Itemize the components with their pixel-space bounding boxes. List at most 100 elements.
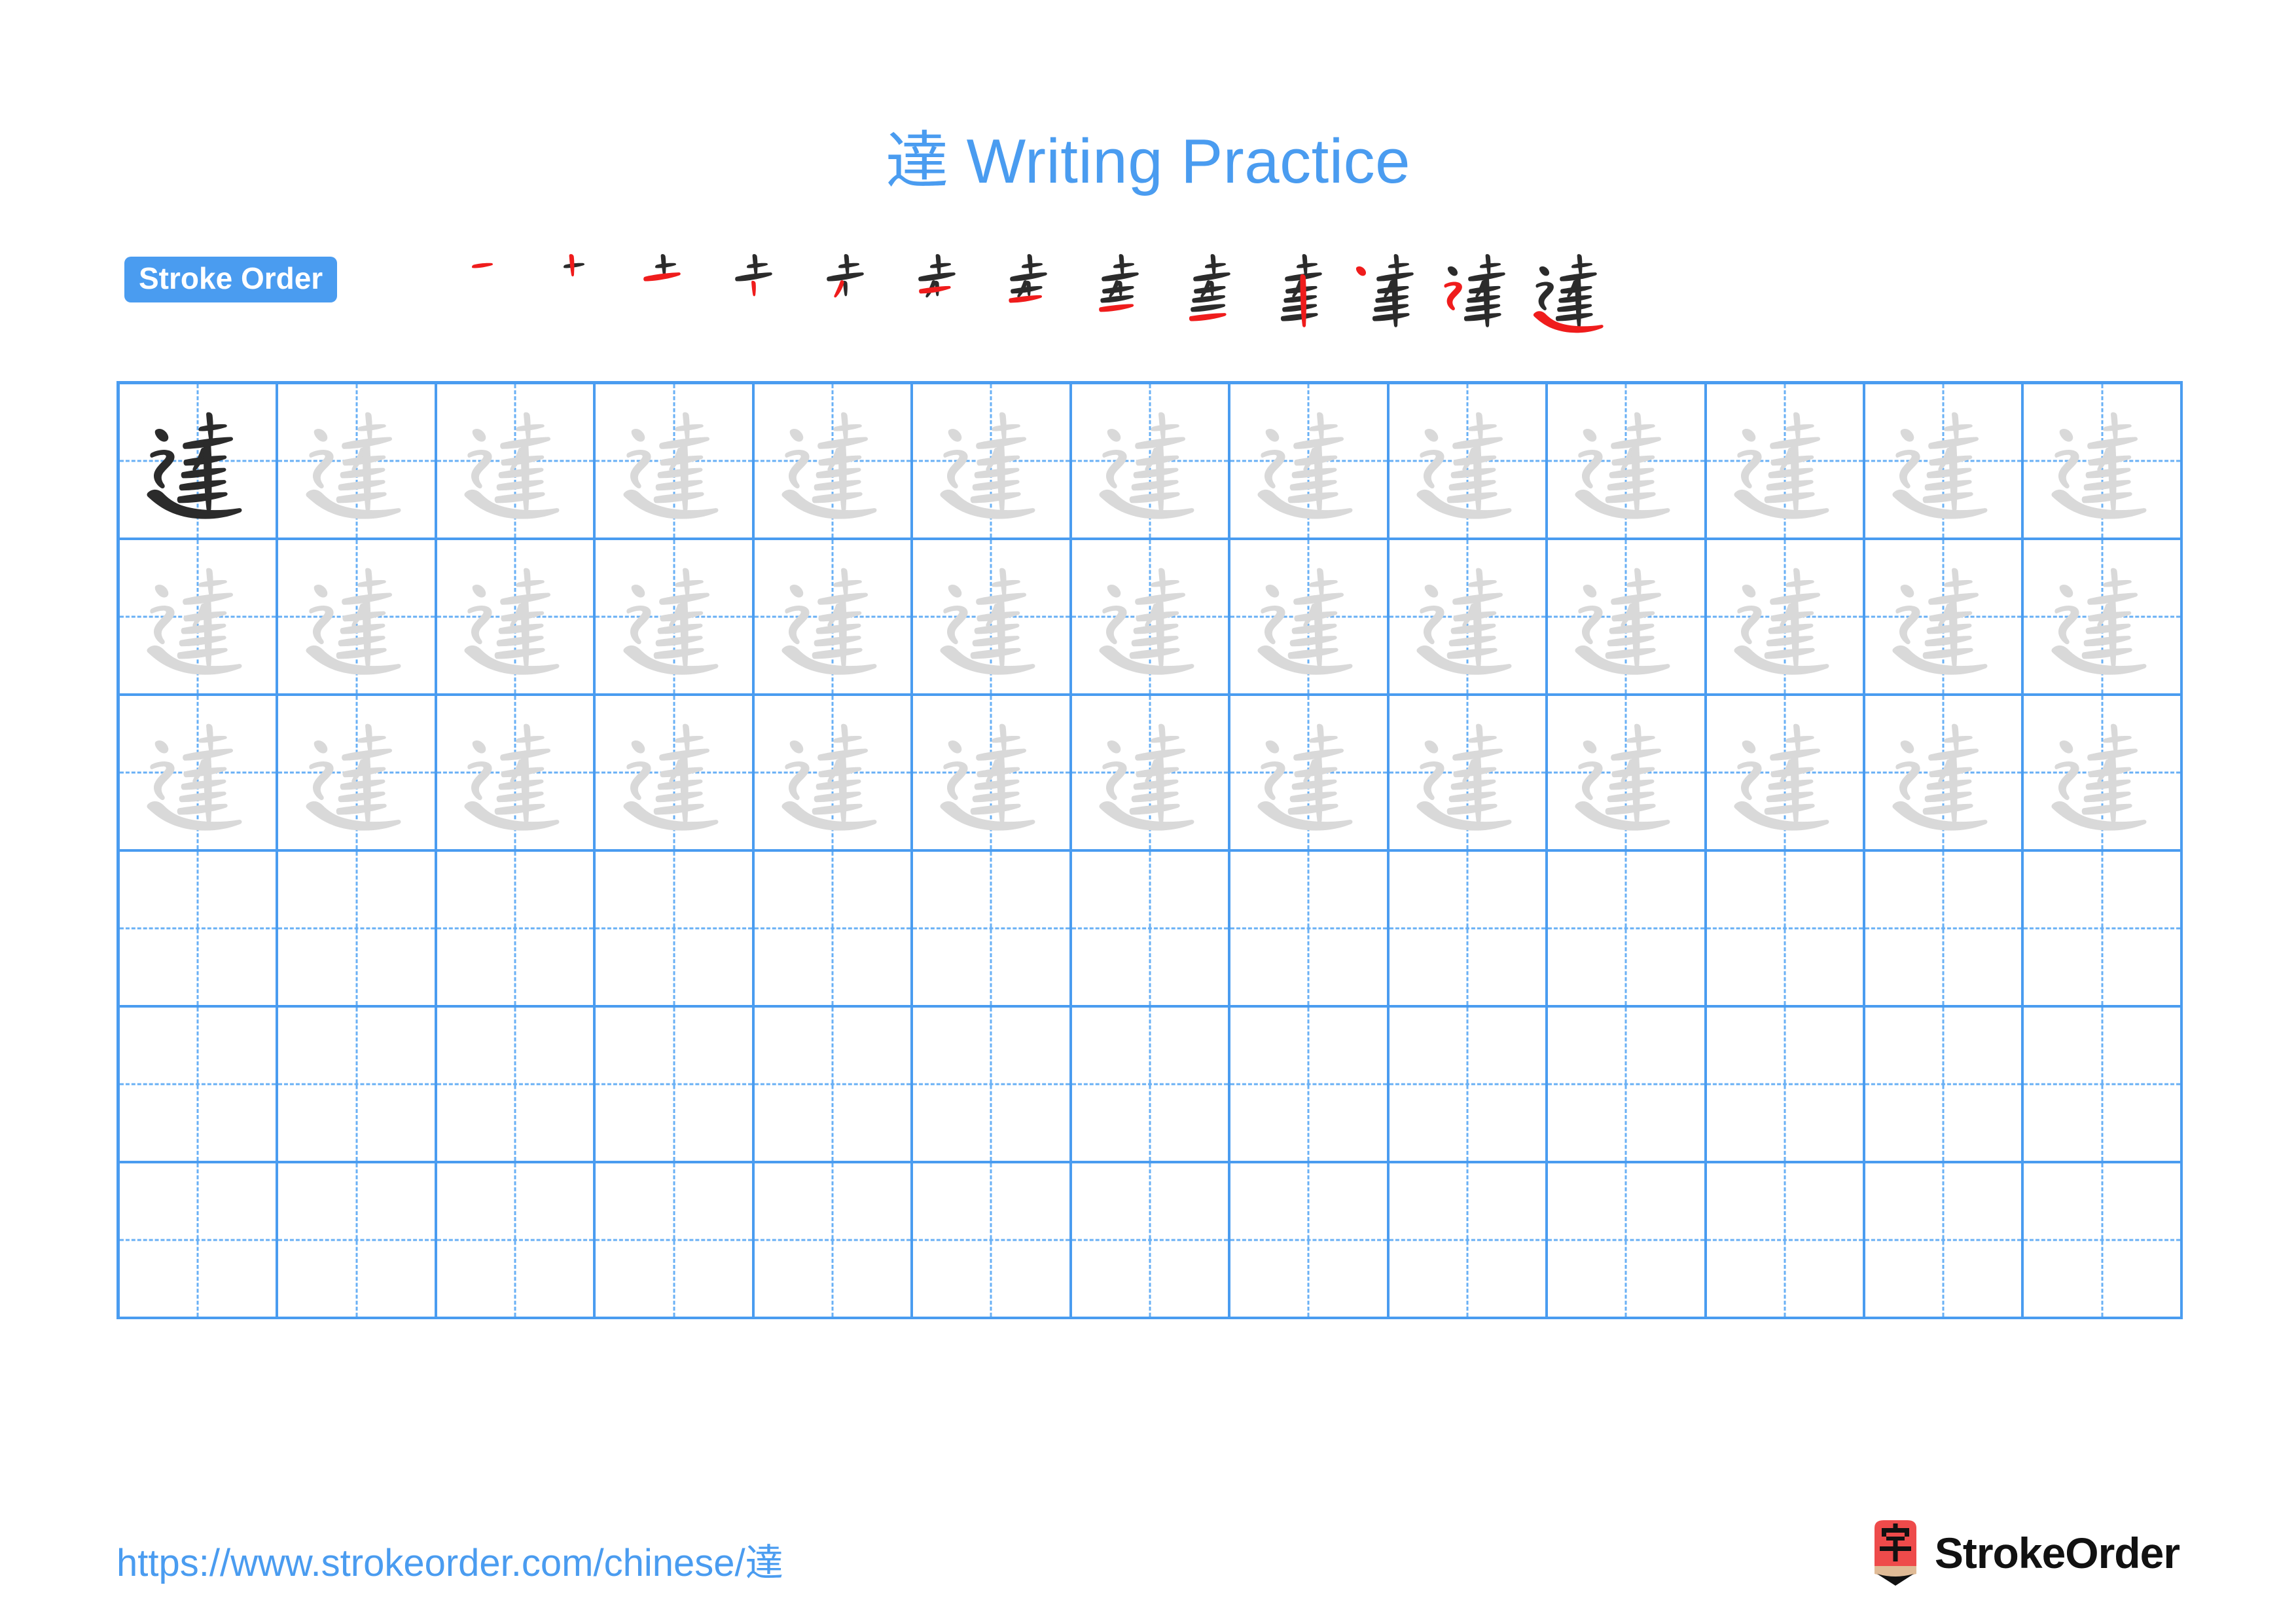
stroke-order-step: [1342, 241, 1433, 339]
practice-grid-cell[interactable]: [120, 852, 279, 1008]
trace-character: [278, 540, 434, 693]
trace-character: [120, 540, 276, 693]
model-character: [120, 384, 276, 538]
practice-grid-cell[interactable]: [913, 540, 1072, 696]
trace-character: [278, 696, 434, 849]
practice-grid-cell[interactable]: [1706, 1163, 1865, 1319]
practice-grid-cell[interactable]: [1230, 852, 1390, 1008]
practice-grid-cell[interactable]: [913, 1008, 1072, 1163]
trace-character: [2024, 384, 2179, 538]
practice-grid-cell[interactable]: [754, 1163, 914, 1319]
practice-grid-cell[interactable]: [1865, 852, 2024, 1008]
practice-grid-cell[interactable]: [2024, 540, 2183, 696]
practice-grid-cell[interactable]: [1548, 540, 1707, 696]
practice-grid-cell[interactable]: [278, 696, 437, 852]
practice-grid-cell[interactable]: [1389, 852, 1549, 1008]
practice-grid-cell[interactable]: [2024, 1163, 2183, 1319]
practice-grid-cell[interactable]: [437, 540, 596, 696]
practice-grid-cell[interactable]: [278, 384, 437, 540]
practice-grid-cell[interactable]: [596, 1163, 755, 1319]
practice-grid-cell[interactable]: [278, 852, 437, 1008]
trace-character: [1707, 384, 1863, 538]
practice-grid-cell[interactable]: [1389, 1163, 1549, 1319]
practice-grid-cell[interactable]: [596, 384, 755, 540]
practice-grid-cell[interactable]: [437, 696, 596, 852]
practice-grid-cell[interactable]: [1548, 1163, 1707, 1319]
trace-character: [913, 696, 1069, 849]
practice-grid-cell[interactable]: [1706, 384, 1865, 540]
practice-grid-cell[interactable]: [1706, 540, 1865, 696]
practice-grid-cell[interactable]: [1865, 696, 2024, 852]
practice-grid-cell[interactable]: [437, 1008, 596, 1163]
practice-grid-cell[interactable]: [754, 1008, 914, 1163]
practice-grid-row: [120, 384, 2183, 540]
practice-grid-cell[interactable]: [913, 384, 1072, 540]
practice-grid-cell[interactable]: [1071, 696, 1231, 852]
practice-grid: [117, 381, 2183, 1319]
practice-grid-cell[interactable]: [596, 696, 755, 852]
practice-grid-cell[interactable]: [1706, 1008, 1865, 1163]
practice-grid-cell[interactable]: [120, 540, 279, 696]
practice-grid-cell[interactable]: [1706, 852, 1865, 1008]
footer-logo: StrokeOrder: [1871, 1519, 2180, 1587]
practice-grid-cell[interactable]: [1389, 696, 1549, 852]
practice-grid-cell[interactable]: [1071, 1163, 1231, 1319]
practice-grid-cell[interactable]: [437, 384, 596, 540]
practice-grid-row: [120, 696, 2183, 852]
practice-grid-cell[interactable]: [1071, 1008, 1231, 1163]
practice-grid-cell[interactable]: [1548, 852, 1707, 1008]
practice-grid-cell[interactable]: [1230, 540, 1390, 696]
practice-grid-cell[interactable]: [913, 1163, 1072, 1319]
practice-grid-cell[interactable]: [1389, 1008, 1549, 1163]
practice-grid-row: [120, 540, 2183, 696]
practice-grid-cell[interactable]: [278, 1008, 437, 1163]
stroke-order-step: [609, 241, 700, 339]
practice-grid-cell[interactable]: [754, 696, 914, 852]
footer-url[interactable]: https://www.strokeorder.com/chinese/達: [117, 1532, 783, 1587]
practice-grid-cell[interactable]: [1865, 540, 2024, 696]
trace-character: [913, 384, 1069, 538]
practice-grid-cell[interactable]: [120, 1163, 279, 1319]
practice-grid-cell[interactable]: [1548, 696, 1707, 852]
practice-grid-cell[interactable]: [913, 852, 1072, 1008]
practice-grid-cell[interactable]: [1230, 1163, 1390, 1319]
practice-grid-cell[interactable]: [754, 540, 914, 696]
practice-grid-cell[interactable]: [120, 1008, 279, 1163]
practice-grid-cell[interactable]: [2024, 852, 2183, 1008]
trace-character: [1230, 384, 1386, 538]
practice-grid-cell[interactable]: [1389, 384, 1549, 540]
practice-grid-cell[interactable]: [1230, 1008, 1390, 1163]
trace-character: [2024, 696, 2179, 849]
trace-character: [1390, 540, 1545, 693]
practice-grid-cell[interactable]: [2024, 384, 2183, 540]
practice-grid-cell[interactable]: [1548, 384, 1707, 540]
practice-grid-cell[interactable]: [1865, 384, 2024, 540]
practice-grid-cell[interactable]: [913, 696, 1072, 852]
practice-grid-cell[interactable]: [1706, 696, 1865, 852]
practice-grid-cell[interactable]: [2024, 696, 2183, 852]
practice-grid-cell[interactable]: [120, 384, 279, 540]
stroke-order-step-list: [425, 241, 1617, 339]
practice-grid-cell[interactable]: [437, 852, 596, 1008]
practice-grid-cell[interactable]: [596, 852, 755, 1008]
stroke-order-step: [792, 241, 884, 339]
practice-grid-cell[interactable]: [1230, 384, 1390, 540]
practice-grid-cell[interactable]: [278, 540, 437, 696]
practice-grid-cell[interactable]: [1548, 1008, 1707, 1163]
stroke-order-step: [884, 241, 975, 339]
practice-grid-cell[interactable]: [120, 696, 279, 852]
practice-grid-cell[interactable]: [1389, 540, 1549, 696]
practice-grid-cell[interactable]: [1071, 852, 1231, 1008]
practice-grid-cell[interactable]: [1071, 384, 1231, 540]
practice-grid-cell[interactable]: [437, 1163, 596, 1319]
practice-grid-cell[interactable]: [1865, 1163, 2024, 1319]
practice-grid-cell[interactable]: [754, 384, 914, 540]
practice-grid-cell[interactable]: [754, 852, 914, 1008]
practice-grid-cell[interactable]: [1865, 1008, 2024, 1163]
practice-grid-cell[interactable]: [596, 1008, 755, 1163]
practice-grid-cell[interactable]: [2024, 1008, 2183, 1163]
practice-grid-cell[interactable]: [596, 540, 755, 696]
practice-grid-cell[interactable]: [1071, 540, 1231, 696]
practice-grid-cell[interactable]: [1230, 696, 1390, 852]
practice-grid-cell[interactable]: [278, 1163, 437, 1319]
